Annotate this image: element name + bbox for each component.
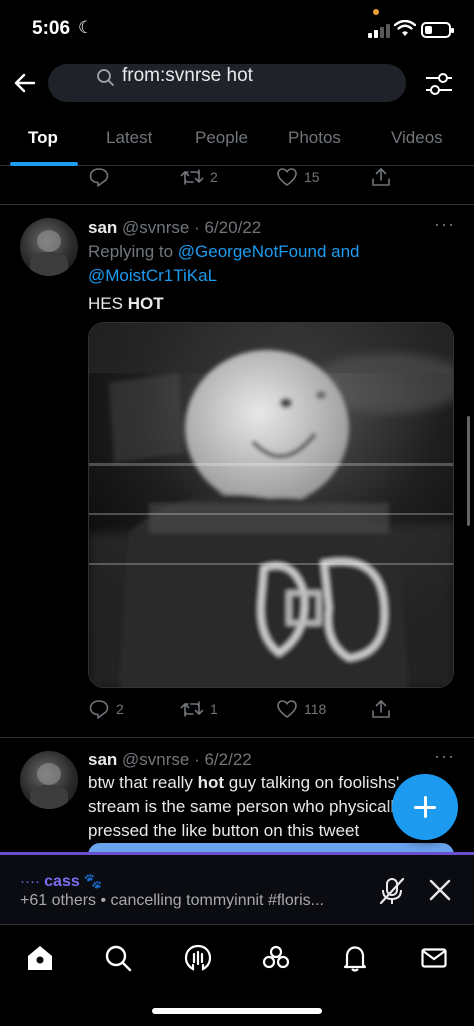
like-count: 15 xyxy=(304,169,320,185)
search-tabs: Top Latest People Photos Videos xyxy=(0,114,474,166)
tweet-date: · 6/20/22 xyxy=(194,218,262,237)
tweet-date: · 6/2/22 xyxy=(194,750,252,769)
tweet-text-part: guy talking on foolishs' xyxy=(224,773,400,792)
tweet-header: san @svnrse · 6/20/22 xyxy=(88,218,261,238)
mention-joiner: and xyxy=(326,242,360,261)
audio-wave-icon: ···· xyxy=(20,873,40,890)
author-handle: @svnrse xyxy=(122,750,190,769)
author-name[interactable]: san xyxy=(88,218,117,237)
communities-icon[interactable] xyxy=(261,943,291,973)
reply-button[interactable] xyxy=(88,166,110,188)
blurred-photo xyxy=(89,323,453,687)
search-query[interactable]: from:svnrse hot xyxy=(122,65,253,87)
prev-tweet-actions: 2 15 xyxy=(88,166,398,190)
status-time: 5:06 xyxy=(32,18,71,39)
tweet-divider xyxy=(0,204,474,205)
tab-latest[interactable]: Latest xyxy=(106,128,152,148)
tweet-text: btw that really hot guy talking on fooli… xyxy=(88,771,399,843)
search-header: from:svnrse hot xyxy=(0,56,474,112)
compose-tweet-button[interactable] xyxy=(392,774,458,840)
home-indicator[interactable] xyxy=(152,1008,322,1014)
share-icon xyxy=(372,700,390,718)
paw-emoji: 🐾 xyxy=(83,873,103,890)
tweet-header: san @svnrse · 6/2/22 xyxy=(88,750,252,770)
tweet-text-part: HES xyxy=(88,294,128,313)
tweet-text-line: stream is the same person who physicall xyxy=(88,797,395,816)
privacy-indicator-dot xyxy=(373,9,379,15)
messages-icon[interactable] xyxy=(419,943,449,973)
tweet-text-part: btw that really xyxy=(88,773,198,792)
like-count: 118 xyxy=(304,701,327,717)
tab-photos[interactable]: Photos xyxy=(288,128,341,148)
tab-people[interactable]: People xyxy=(195,128,248,148)
retweet-button[interactable]: 1 xyxy=(180,698,218,720)
more-options-icon[interactable]: ··· xyxy=(434,214,455,235)
space-host-name: cass xyxy=(44,873,80,890)
retweet-button[interactable]: 2 xyxy=(180,166,218,188)
replying-label: Replying to xyxy=(88,242,178,261)
search-icon[interactable] xyxy=(103,943,133,973)
moon-icon: ☾ xyxy=(78,18,94,37)
author-handle: @svnrse xyxy=(122,218,190,237)
notifications-icon[interactable] xyxy=(340,943,370,973)
battery-fill xyxy=(425,26,432,34)
heart-icon xyxy=(277,700,297,718)
spaces-accent-line xyxy=(0,852,474,855)
retweet-count: 2 xyxy=(210,169,218,185)
status-bar: 5:06 ☾ xyxy=(0,0,474,56)
avatar[interactable] xyxy=(20,218,78,276)
tweet-divider xyxy=(0,737,474,738)
cellular-signal-icon xyxy=(368,24,390,38)
space-host: ···· cass 🐾 xyxy=(20,872,103,891)
back-arrow-icon[interactable] xyxy=(12,70,38,96)
share-button[interactable] xyxy=(370,698,392,720)
tab-videos[interactable]: Videos xyxy=(391,128,443,148)
like-button[interactable]: 118 xyxy=(276,698,326,720)
active-tab-indicator xyxy=(10,162,78,166)
retweet-icon xyxy=(180,169,204,185)
heart-icon xyxy=(277,168,297,186)
tweet-text: HES HOT xyxy=(88,292,164,316)
mention-link[interactable]: @MoistCr1TiKaL xyxy=(88,266,217,285)
search-icon xyxy=(97,69,114,86)
tweet-text-highlight: hot xyxy=(197,773,225,792)
retweet-count: 1 xyxy=(210,701,218,717)
scrollbar[interactable] xyxy=(467,416,470,526)
more-options-icon[interactable]: ··· xyxy=(434,746,455,767)
mention-link[interactable]: @GeorgeNotFound xyxy=(178,242,327,261)
tweet-text-highlight: HOT xyxy=(127,294,164,313)
battery-icon xyxy=(421,22,454,38)
tweet-text-line: pressed the like button on this tweet xyxy=(88,821,360,840)
replying-to: Replying to @GeorgeNotFound and xyxy=(88,240,360,264)
tweet-actions: 2 1 118 xyxy=(88,698,398,722)
author-name[interactable]: san xyxy=(88,750,117,769)
retweet-icon xyxy=(180,701,204,717)
space-subtitle: +61 others • cancelling tommyinnit #flor… xyxy=(20,892,324,909)
close-icon[interactable] xyxy=(428,878,452,902)
mic-off-icon[interactable] xyxy=(378,876,406,906)
tweet-media-image[interactable] xyxy=(88,322,454,688)
wifi-icon xyxy=(394,20,416,36)
reply-button[interactable]: 2 xyxy=(88,698,124,720)
share-icon xyxy=(372,168,390,186)
reply-count: 2 xyxy=(116,701,124,717)
reply-icon xyxy=(89,700,109,719)
like-button[interactable]: 15 xyxy=(276,166,320,188)
search-filter-icon[interactable] xyxy=(424,70,454,98)
avatar[interactable] xyxy=(20,751,78,809)
share-button[interactable] xyxy=(370,166,392,188)
spaces-icon[interactable] xyxy=(183,943,213,973)
home-icon[interactable] xyxy=(25,943,55,973)
replying-to-cont: @MoistCr1TiKaL xyxy=(88,264,217,288)
reply-icon xyxy=(89,168,109,187)
tab-top[interactable]: Top xyxy=(28,128,58,148)
